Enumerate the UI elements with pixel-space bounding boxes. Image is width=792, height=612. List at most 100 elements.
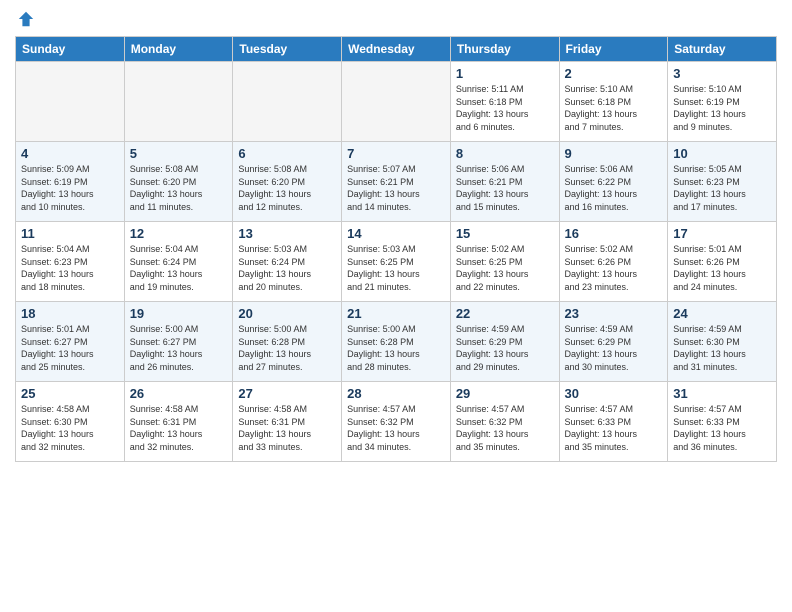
day-info: Sunrise: 5:10 AM Sunset: 6:18 PM Dayligh… xyxy=(565,83,663,133)
calendar-week-row: 11Sunrise: 5:04 AM Sunset: 6:23 PM Dayli… xyxy=(16,222,777,302)
calendar-day-cell: 16Sunrise: 5:02 AM Sunset: 6:26 PM Dayli… xyxy=(559,222,668,302)
calendar-week-row: 4 Sunrise: 5:09 AM Sunset: 6:19 PM Daylig… xyxy=(16,142,777,222)
day-number: 8 xyxy=(456,146,554,161)
weekday-header: Friday xyxy=(559,37,668,62)
calendar-day-cell: 5Sunrise: 5:08 AM Sunset: 6:20 PM Daylig… xyxy=(124,142,233,222)
calendar-header-row: SundayMondayTuesdayWednesdayThursdayFrid… xyxy=(16,37,777,62)
calendar-day-cell: 9 Sunrise: 5:06 AM Sunset: 6:22 PM Daylig… xyxy=(559,142,668,222)
day-number: 27 xyxy=(238,386,336,401)
calendar-week-row: 18 Sunrise: 5:01 AM Sunset: 6:27 PM Dayli… xyxy=(16,302,777,382)
weekday-header: Tuesday xyxy=(233,37,342,62)
calendar-day-cell xyxy=(233,62,342,142)
calendar-day-cell: 26 Sunrise: 4:58 AM Sunset: 6:31 PM Dayli… xyxy=(124,382,233,462)
calendar-day-cell: 19Sunrise: 5:00 AM Sunset: 6:27 PM Dayli… xyxy=(124,302,233,382)
calendar-day-cell: 22 Sunrise: 4:59 AM Sunset: 6:29 PM Dayli… xyxy=(450,302,559,382)
day-info: Sunrise: 5:10 AM Sunset: 6:19 PM Dayligh… xyxy=(673,83,771,133)
calendar-day-cell: 23 Sunrise: 4:59 AM Sunset: 6:29 PM Dayli… xyxy=(559,302,668,382)
calendar-day-cell: 29Sunrise: 4:57 AM Sunset: 6:32 PM Dayli… xyxy=(450,382,559,462)
day-number: 2 xyxy=(565,66,663,81)
day-number: 16 xyxy=(565,226,663,241)
day-info: Sunrise: 4:59 AM Sunset: 6:30 PM Dayligh… xyxy=(673,323,771,373)
day-info: Sunrise: 4:57 AM Sunset: 6:32 PM Dayligh… xyxy=(347,403,445,453)
day-number: 7 xyxy=(347,146,445,161)
weekday-header: Sunday xyxy=(16,37,125,62)
calendar-week-row: 25 Sunrise: 4:58 AM Sunset: 6:30 PM Dayli… xyxy=(16,382,777,462)
calendar-day-cell: 1 Sunrise: 5:11 AM Sunset: 6:18 PM Daylig… xyxy=(450,62,559,142)
day-info: Sunrise: 4:58 AM Sunset: 6:31 PM Dayligh… xyxy=(130,403,228,453)
day-info: Sunrise: 4:59 AM Sunset: 6:29 PM Dayligh… xyxy=(456,323,554,373)
day-info: Sunrise: 4:59 AM Sunset: 6:29 PM Dayligh… xyxy=(565,323,663,373)
day-number: 24 xyxy=(673,306,771,321)
calendar-day-cell: 11Sunrise: 5:04 AM Sunset: 6:23 PM Dayli… xyxy=(16,222,125,302)
day-number: 6 xyxy=(238,146,336,161)
day-info: Sunrise: 5:03 AM Sunset: 6:24 PM Dayligh… xyxy=(238,243,336,293)
calendar-day-cell: 27Sunrise: 4:58 AM Sunset: 6:31 PM Dayli… xyxy=(233,382,342,462)
day-number: 20 xyxy=(238,306,336,321)
calendar-day-cell: 7 Sunrise: 5:07 AM Sunset: 6:21 PM Daylig… xyxy=(342,142,451,222)
day-info: Sunrise: 4:57 AM Sunset: 6:33 PM Dayligh… xyxy=(673,403,771,453)
calendar-week-row: 1 Sunrise: 5:11 AM Sunset: 6:18 PM Daylig… xyxy=(16,62,777,142)
day-number: 29 xyxy=(456,386,554,401)
day-number: 3 xyxy=(673,66,771,81)
calendar-day-cell: 15Sunrise: 5:02 AM Sunset: 6:25 PM Dayli… xyxy=(450,222,559,302)
day-info: Sunrise: 5:11 AM Sunset: 6:18 PM Dayligh… xyxy=(456,83,554,133)
day-info: Sunrise: 5:06 AM Sunset: 6:22 PM Dayligh… xyxy=(565,163,663,213)
day-number: 12 xyxy=(130,226,228,241)
calendar-day-cell: 24 Sunrise: 4:59 AM Sunset: 6:30 PM Dayli… xyxy=(668,302,777,382)
calendar-day-cell: 8 Sunrise: 5:06 AM Sunset: 6:21 PM Daylig… xyxy=(450,142,559,222)
day-number: 10 xyxy=(673,146,771,161)
calendar-day-cell: 30Sunrise: 4:57 AM Sunset: 6:33 PM Dayli… xyxy=(559,382,668,462)
weekday-header: Saturday xyxy=(668,37,777,62)
day-info: Sunrise: 5:01 AM Sunset: 6:27 PM Dayligh… xyxy=(21,323,119,373)
weekday-header: Monday xyxy=(124,37,233,62)
calendar-day-cell: 3 Sunrise: 5:10 AM Sunset: 6:19 PM Daylig… xyxy=(668,62,777,142)
logo xyxy=(15,10,35,28)
day-number: 28 xyxy=(347,386,445,401)
day-number: 18 xyxy=(21,306,119,321)
calendar-day-cell: 17Sunrise: 5:01 AM Sunset: 6:26 PM Dayli… xyxy=(668,222,777,302)
day-info: Sunrise: 5:09 AM Sunset: 6:19 PM Dayligh… xyxy=(21,163,119,213)
calendar-day-cell: 6 Sunrise: 5:08 AM Sunset: 6:20 PM Daylig… xyxy=(233,142,342,222)
day-info: Sunrise: 5:00 AM Sunset: 6:28 PM Dayligh… xyxy=(238,323,336,373)
day-info: Sunrise: 5:03 AM Sunset: 6:25 PM Dayligh… xyxy=(347,243,445,293)
day-info: Sunrise: 5:06 AM Sunset: 6:21 PM Dayligh… xyxy=(456,163,554,213)
calendar-day-cell: 25 Sunrise: 4:58 AM Sunset: 6:30 PM Dayli… xyxy=(16,382,125,462)
day-number: 19 xyxy=(130,306,228,321)
day-info: Sunrise: 5:00 AM Sunset: 6:28 PM Dayligh… xyxy=(347,323,445,373)
calendar-day-cell xyxy=(342,62,451,142)
calendar-day-cell: 2 Sunrise: 5:10 AM Sunset: 6:18 PM Daylig… xyxy=(559,62,668,142)
day-number: 13 xyxy=(238,226,336,241)
day-number: 9 xyxy=(565,146,663,161)
day-info: Sunrise: 5:08 AM Sunset: 6:20 PM Dayligh… xyxy=(238,163,336,213)
day-number: 26 xyxy=(130,386,228,401)
calendar-day-cell: 14 Sunrise: 5:03 AM Sunset: 6:25 PM Dayli… xyxy=(342,222,451,302)
day-number: 4 xyxy=(21,146,119,161)
calendar-day-cell: 20 Sunrise: 5:00 AM Sunset: 6:28 PM Dayli… xyxy=(233,302,342,382)
day-number: 25 xyxy=(21,386,119,401)
day-info: Sunrise: 5:02 AM Sunset: 6:25 PM Dayligh… xyxy=(456,243,554,293)
day-info: Sunrise: 5:05 AM Sunset: 6:23 PM Dayligh… xyxy=(673,163,771,213)
weekday-header: Thursday xyxy=(450,37,559,62)
day-info: Sunrise: 4:58 AM Sunset: 6:30 PM Dayligh… xyxy=(21,403,119,453)
calendar-day-cell: 13 Sunrise: 5:03 AM Sunset: 6:24 PM Dayli… xyxy=(233,222,342,302)
day-number: 31 xyxy=(673,386,771,401)
logo-icon xyxy=(17,10,35,28)
calendar-day-cell: 18 Sunrise: 5:01 AM Sunset: 6:27 PM Dayli… xyxy=(16,302,125,382)
day-number: 23 xyxy=(565,306,663,321)
day-number: 1 xyxy=(456,66,554,81)
calendar-day-cell: 28 Sunrise: 4:57 AM Sunset: 6:32 PM Dayli… xyxy=(342,382,451,462)
calendar-day-cell: 4 Sunrise: 5:09 AM Sunset: 6:19 PM Daylig… xyxy=(16,142,125,222)
day-info: Sunrise: 5:07 AM Sunset: 6:21 PM Dayligh… xyxy=(347,163,445,213)
weekday-header: Wednesday xyxy=(342,37,451,62)
calendar-day-cell xyxy=(16,62,125,142)
calendar-day-cell: 12Sunrise: 5:04 AM Sunset: 6:24 PM Dayli… xyxy=(124,222,233,302)
day-info: Sunrise: 5:01 AM Sunset: 6:26 PM Dayligh… xyxy=(673,243,771,293)
calendar-day-cell: 21Sunrise: 5:00 AM Sunset: 6:28 PM Dayli… xyxy=(342,302,451,382)
day-number: 11 xyxy=(21,226,119,241)
day-number: 22 xyxy=(456,306,554,321)
day-number: 30 xyxy=(565,386,663,401)
header xyxy=(15,10,777,28)
calendar-day-cell: 31 Sunrise: 4:57 AM Sunset: 6:33 PM Dayli… xyxy=(668,382,777,462)
page-container: SundayMondayTuesdayWednesdayThursdayFrid… xyxy=(0,0,792,612)
day-number: 14 xyxy=(347,226,445,241)
